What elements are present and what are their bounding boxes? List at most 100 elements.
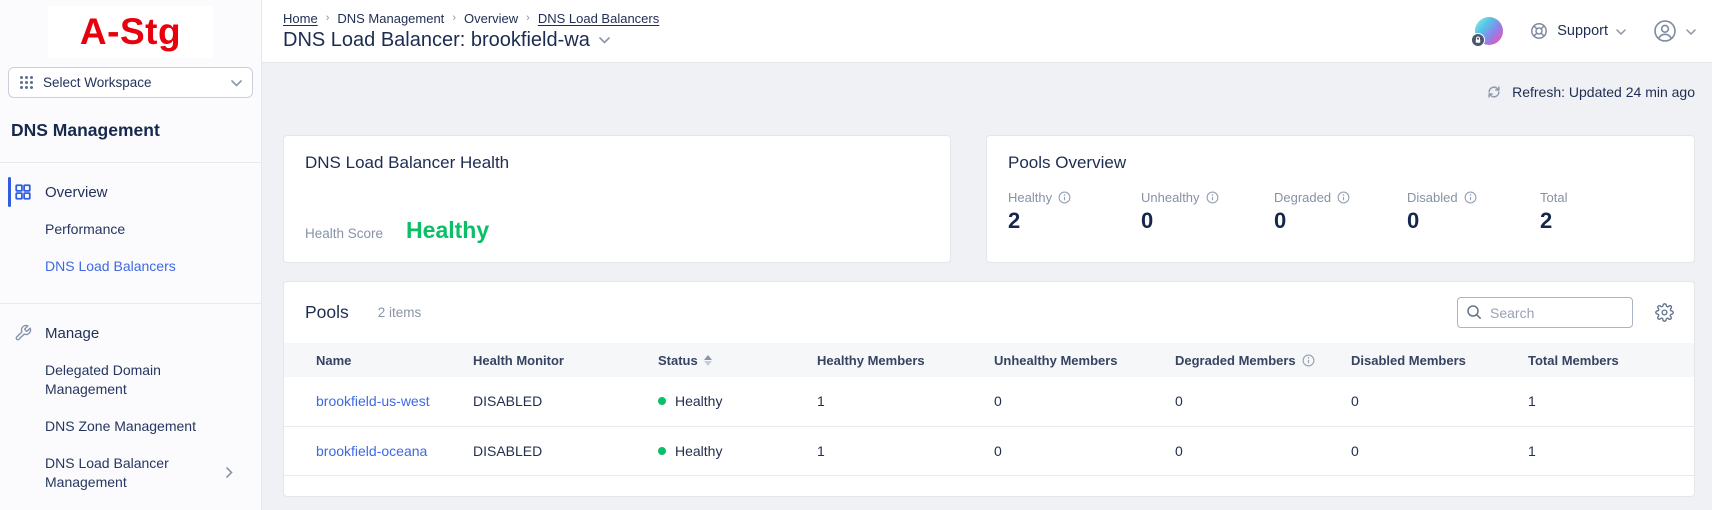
unhealthy-members-cell: 0 xyxy=(994,377,1175,426)
breadcrumb-separator: › xyxy=(452,12,456,24)
tenant-avatar[interactable] xyxy=(1475,17,1503,45)
sidebar-item-label: DNS Load Balancers xyxy=(45,257,176,276)
healthy-status-dot xyxy=(658,397,666,405)
stat-disabled: Disabled 0 xyxy=(1407,190,1540,234)
unhealthy-members-cell: 0 xyxy=(994,426,1175,475)
account-menu[interactable] xyxy=(1652,18,1696,44)
breadcrumb: Home › DNS Management › Overview › DNS L… xyxy=(283,11,659,26)
workspace-selector-label: Select Workspace xyxy=(43,75,222,90)
user-icon xyxy=(1652,18,1678,44)
stat-healthy: Healthy 2 xyxy=(1008,190,1141,234)
sidebar-item-dns-zone-management[interactable]: DNS Zone Management xyxy=(0,408,261,445)
support-label: Support xyxy=(1557,23,1608,39)
health-score-value: Healthy xyxy=(406,217,489,244)
info-icon[interactable] xyxy=(1337,191,1350,204)
sidebar-item-label: Delegated Domain Management xyxy=(45,361,185,399)
divider xyxy=(0,162,261,163)
sidebar-item-label: DNS Load Balancer Management xyxy=(45,454,195,492)
stat-degraded: Degraded 0 xyxy=(1274,190,1407,234)
sidebar-item-dns-load-balancers[interactable]: DNS Load Balancers xyxy=(0,248,261,285)
pool-link[interactable]: brookfield-oceana xyxy=(316,443,427,459)
chevron-right-icon xyxy=(226,464,233,483)
pools-table: Name Health Monitor Status Healthy Membe… xyxy=(284,343,1694,476)
content-area: Refresh: Updated 24 min ago DNS Load Bal… xyxy=(262,63,1712,510)
breadcrumb-dns-load-balancers[interactable]: DNS Load Balancers xyxy=(538,11,659,26)
status-cell: Healthy xyxy=(658,426,817,475)
support-menu[interactable]: Support xyxy=(1529,21,1626,41)
sort-icon[interactable] xyxy=(704,355,712,366)
wrench-icon xyxy=(14,324,32,342)
stat-label: Total xyxy=(1540,190,1567,205)
stat-label: Unhealthy xyxy=(1141,190,1200,205)
stat-label: Degraded xyxy=(1274,190,1331,205)
stat-value: 0 xyxy=(1407,208,1540,234)
stat-value: 2 xyxy=(1540,208,1673,234)
summary-cards: DNS Load Balancer Health Health Score He… xyxy=(283,135,1695,263)
table-header-row: Name Health Monitor Status Healthy Membe… xyxy=(284,343,1694,377)
dns-lb-health-card: DNS Load Balancer Health Health Score He… xyxy=(283,135,951,263)
column-header-healthy-members: Healthy Members xyxy=(817,343,994,377)
info-icon[interactable] xyxy=(1302,354,1315,367)
sidebar-item-performance[interactable]: Performance xyxy=(0,211,261,248)
breadcrumb-overview: Overview xyxy=(464,11,518,26)
health-monitor-cell: DISABLED xyxy=(473,377,658,426)
lock-icon xyxy=(1471,33,1485,47)
stat-unhealthy: Unhealthy 0 xyxy=(1141,190,1274,234)
sidebar-section-title: DNS Management xyxy=(0,120,261,141)
pools-overview-card: Pools Overview Healthy 2 Unhealthy 0 xyxy=(986,135,1695,263)
pools-table-title: Pools xyxy=(305,302,349,323)
title-chevron-down-icon[interactable] xyxy=(599,37,610,44)
sidebar-item-dns-load-balancer-management[interactable]: DNS Load Balancer Management xyxy=(0,445,261,501)
healthy-members-cell: 1 xyxy=(817,377,994,426)
info-icon[interactable] xyxy=(1464,191,1477,204)
chevron-down-icon xyxy=(1616,22,1626,40)
chevron-down-icon xyxy=(231,74,242,92)
degraded-members-cell: 0 xyxy=(1175,426,1351,475)
grid-icon xyxy=(14,183,32,201)
app-logo: A-Stg xyxy=(48,6,213,58)
breadcrumb-separator: › xyxy=(326,12,330,24)
pools-table-card: Pools 2 items xyxy=(283,281,1695,497)
sidebar: A-Stg Select Workspace DNS Management Ov… xyxy=(0,0,262,510)
stat-value: 0 xyxy=(1141,208,1274,234)
breadcrumb-home[interactable]: Home xyxy=(283,11,318,26)
healthy-members-cell: 1 xyxy=(817,426,994,475)
pools-overview-title: Pools Overview xyxy=(1008,153,1673,173)
search-input[interactable] xyxy=(1457,297,1633,328)
table-row: brookfield-us-west DISABLED Healthy 1 0 … xyxy=(284,377,1694,426)
workspace-selector[interactable]: Select Workspace xyxy=(8,67,253,98)
top-bar: Home › DNS Management › Overview › DNS L… xyxy=(262,0,1712,63)
table-row: brookfield-oceana DISABLED Healthy 1 0 0… xyxy=(284,426,1694,475)
info-icon[interactable] xyxy=(1206,191,1219,204)
breadcrumb-dns-management: DNS Management xyxy=(337,11,444,26)
info-icon[interactable] xyxy=(1058,191,1071,204)
pool-link[interactable]: brookfield-us-west xyxy=(316,393,430,409)
stat-label: Healthy xyxy=(1008,190,1052,205)
main-area: Home › DNS Management › Overview › DNS L… xyxy=(262,0,1712,510)
health-monitor-cell: DISABLED xyxy=(473,426,658,475)
sidebar-item-overview[interactable]: Overview xyxy=(0,173,261,211)
column-header-total-members: Total Members xyxy=(1528,343,1694,377)
column-header-degraded-members: Degraded Members xyxy=(1175,343,1351,377)
sidebar-item-label: Performance xyxy=(45,220,125,239)
gear-icon[interactable] xyxy=(1655,303,1674,322)
total-members-cell: 1 xyxy=(1528,426,1694,475)
sidebar-item-label: Overview xyxy=(45,184,108,201)
sidebar-item-delegated-domain-management[interactable]: Delegated Domain Management xyxy=(0,352,261,408)
sidebar-item-manage[interactable]: Manage xyxy=(0,314,261,352)
divider xyxy=(0,303,261,304)
column-header-name: Name xyxy=(284,343,473,377)
disabled-members-cell: 0 xyxy=(1351,426,1528,475)
sidebar-item-label: DNS Zone Management xyxy=(45,417,196,436)
disabled-members-cell: 0 xyxy=(1351,377,1528,426)
status-cell: Healthy xyxy=(658,377,817,426)
column-header-health-monitor: Health Monitor xyxy=(473,343,658,377)
refresh-icon xyxy=(1486,84,1502,100)
breadcrumb-separator: › xyxy=(526,12,530,24)
stat-value: 0 xyxy=(1274,208,1407,234)
column-header-status[interactable]: Status xyxy=(658,343,817,377)
active-indicator xyxy=(8,177,11,207)
column-header-unhealthy-members: Unhealthy Members xyxy=(994,343,1175,377)
refresh-button[interactable]: Refresh: Updated 24 min ago xyxy=(283,81,1695,103)
health-score-label: Health Score xyxy=(305,226,383,241)
